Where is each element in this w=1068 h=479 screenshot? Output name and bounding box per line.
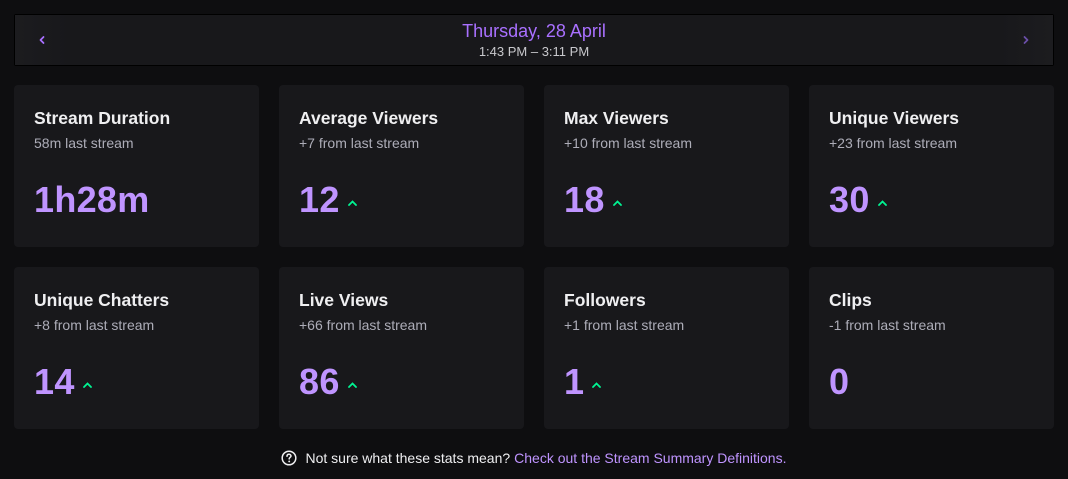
date-display: Thursday, 28 April 1:43 PM – 3:11 PM (15, 21, 1053, 61)
stat-value: 18 (564, 179, 605, 220)
date-navigator: Thursday, 28 April 1:43 PM – 3:11 PM (14, 14, 1054, 66)
stat-card-live-views: Live Views +66 from last stream 86 (279, 267, 524, 429)
trend-up-icon (592, 382, 602, 388)
stat-title: Unique Chatters (34, 290, 170, 310)
stat-card-unique-viewers: Unique Viewers +23 from last stream 30 (809, 85, 1054, 247)
trend-up-icon (347, 200, 357, 206)
definitions-link[interactable]: Check out the Stream Summary Definitions… (514, 450, 786, 466)
stat-card-followers: Followers +1 from last stream 1 (544, 267, 789, 429)
stream-date: Thursday, 28 April (462, 21, 606, 41)
stat-value: 14 (34, 361, 75, 402)
stat-value: 86 (299, 361, 340, 402)
stat-comparison: +8 from last stream (34, 317, 155, 333)
next-stream-button[interactable] (999, 15, 1053, 65)
help-circle-icon (281, 450, 298, 466)
stat-comparison: -1 from last stream (829, 317, 946, 333)
stat-card-clips: Clips -1 from last stream 0 (809, 267, 1054, 429)
definitions-footer: Not sure what these stats mean? Check ou… (0, 450, 1068, 466)
trend-up-icon (82, 382, 92, 388)
definitions-question: Not sure what these stats mean? (305, 450, 511, 466)
stat-title: Clips (829, 290, 872, 310)
stat-card-stream-duration: Stream Duration 58m last stream 1h28m (14, 85, 259, 247)
stat-card-max-viewers: Max Viewers +10 from last stream 18 (544, 85, 789, 247)
stat-title: Max Viewers (564, 108, 669, 128)
stat-value: 1 (564, 361, 585, 402)
stat-title: Stream Duration (34, 108, 171, 128)
stat-title: Followers (564, 290, 646, 310)
stat-card-average-viewers: Average Viewers +7 from last stream 12 (279, 85, 524, 247)
stat-comparison: +66 from last stream (299, 317, 427, 333)
stat-title: Live Views (299, 290, 389, 310)
stat-value: 1h28m (34, 179, 150, 220)
trend-up-icon (877, 200, 887, 206)
stat-value: 12 (299, 179, 340, 220)
trend-up-icon (347, 382, 357, 388)
stat-title: Average Viewers (299, 108, 439, 128)
stat-card-unique-chatters: Unique Chatters +8 from last stream 14 (14, 267, 259, 429)
stat-comparison: +10 from last stream (564, 135, 692, 151)
stat-comparison: +7 from last stream (299, 135, 420, 151)
stat-comparison: +23 from last stream (829, 135, 957, 151)
stat-value: 30 (829, 179, 870, 220)
trend-up-icon (612, 200, 622, 206)
stream-time-range: 1:43 PM – 3:11 PM (478, 44, 590, 59)
chevron-right-icon (1023, 36, 1029, 44)
stat-comparison: +1 from last stream (564, 317, 685, 333)
stat-title: Unique Viewers (829, 108, 960, 128)
stat-value: 0 (829, 361, 850, 402)
stat-comparison: 58m last stream (34, 135, 134, 151)
